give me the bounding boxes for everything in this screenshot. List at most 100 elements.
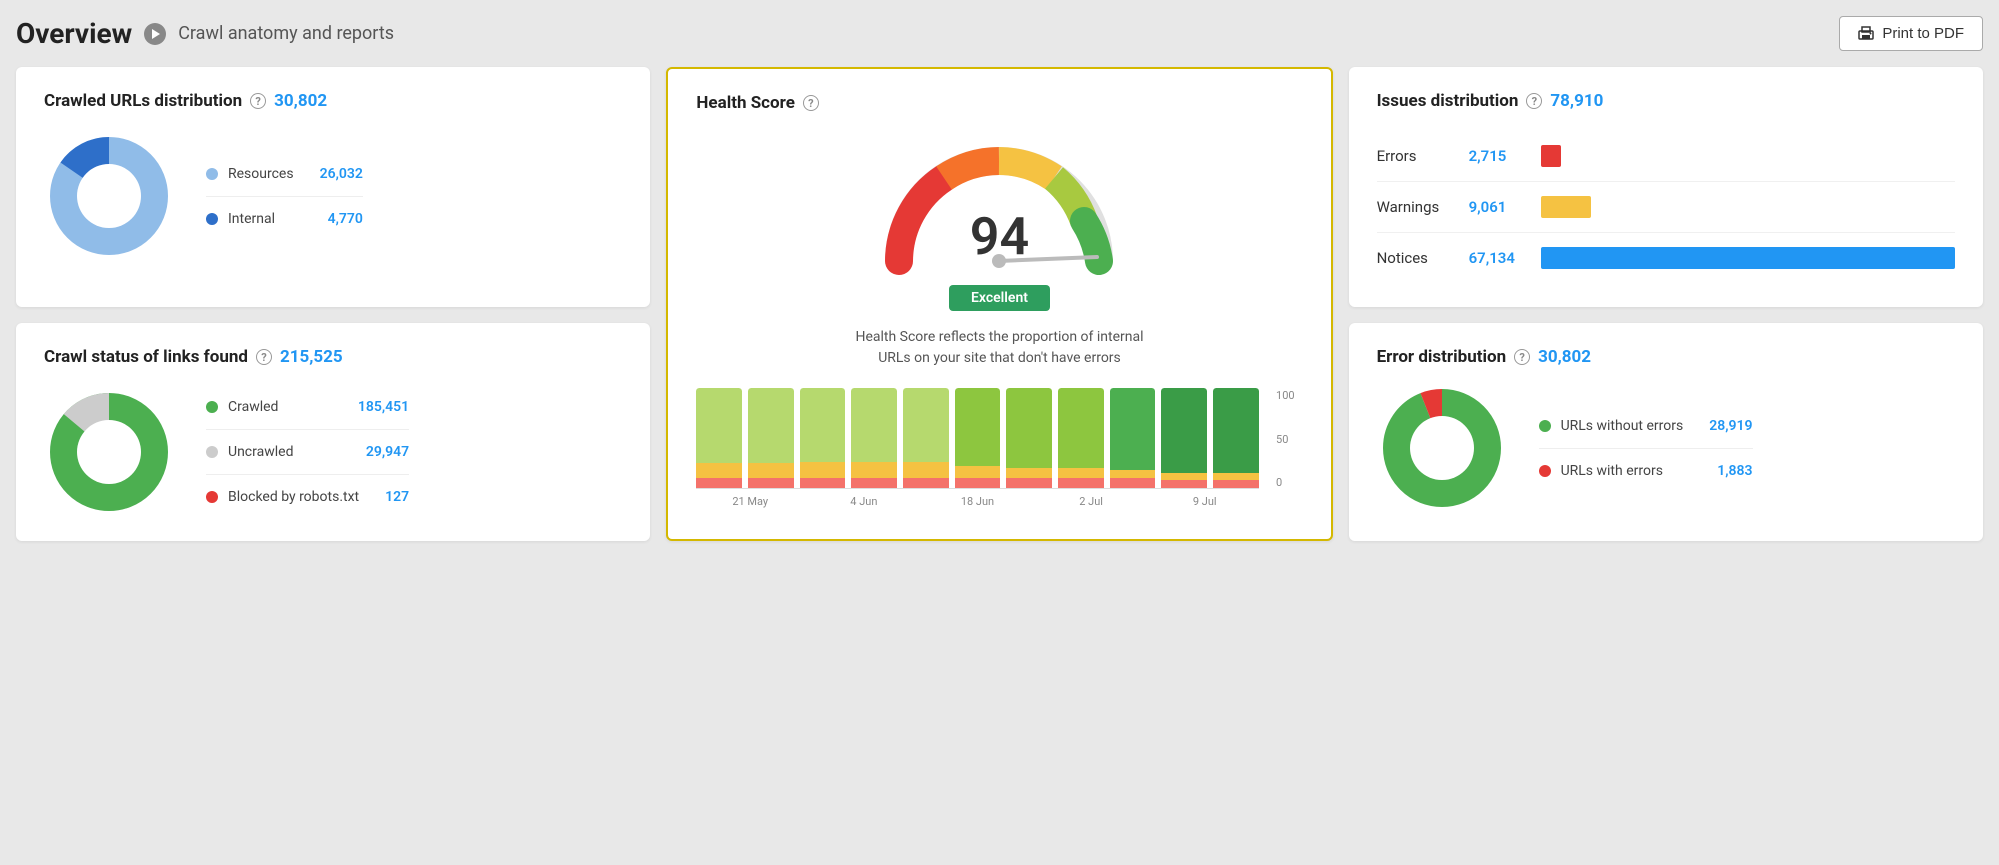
y-tick-100: 100	[1276, 389, 1295, 402]
legend-no-errors: URLs without errors 28,919	[1539, 418, 1753, 434]
error-dist-section: URLs without errors 28,919 URLs with err…	[1377, 383, 1955, 513]
crawled-urls-help-icon[interactable]: ?	[250, 93, 266, 109]
breadcrumb-separator	[144, 23, 166, 45]
breadcrumb: Crawl anatomy and reports	[178, 23, 394, 44]
crawl-status-donut-section: Crawled 185,451 Uncrawled 29,947 Blocked…	[44, 387, 622, 517]
with-errors-dot	[1539, 465, 1551, 477]
issues-count: 78,910	[1550, 91, 1603, 111]
crawled-value: 185,451	[358, 399, 409, 415]
crawled-urls-donut	[44, 131, 174, 261]
error-dist-help-icon[interactable]: ?	[1514, 349, 1530, 365]
bar-label-jul2: 2 Jul	[1037, 495, 1145, 508]
bar-col-7	[1006, 388, 1052, 488]
no-errors-label: URLs without errors	[1561, 418, 1684, 434]
health-score-description: Health Score reflects the proportion of …	[839, 327, 1159, 369]
errors-value: 2,715	[1469, 147, 1529, 165]
health-score-title: Health Score ?	[696, 93, 1302, 113]
legend-divider-1	[206, 196, 363, 197]
error-dist-count: 30,802	[1538, 347, 1591, 367]
health-score-card: Health Score ?	[666, 67, 1332, 541]
crawled-urls-card: Crawled URLs distribution ? 30,802 Resou…	[16, 67, 650, 307]
dashboard-grid: Crawled URLs distribution ? 30,802 Resou…	[16, 67, 1983, 541]
bar-col-1	[696, 388, 742, 488]
print-icon	[1858, 26, 1874, 42]
error-dist-legend: URLs without errors 28,919 URLs with err…	[1539, 418, 1753, 479]
bar-labels: 21 May 4 Jun 18 Jun 2 Jul 9 Jul	[696, 495, 1258, 508]
gauge: 94	[869, 121, 1129, 281]
bar-col-10	[1161, 388, 1207, 488]
blocked-label: Blocked by robots.txt	[228, 489, 359, 505]
with-errors-value: 1,883	[1717, 463, 1752, 479]
bar-col-3	[800, 388, 846, 488]
bar-label-jun18: 18 Jun	[924, 495, 1032, 508]
header-left: Overview Crawl anatomy and reports	[16, 17, 394, 50]
issue-row-errors: Errors 2,715	[1377, 131, 1955, 182]
internal-dot	[206, 213, 218, 225]
resources-dot	[206, 168, 218, 180]
issue-row-notices: Notices 67,134	[1377, 233, 1955, 283]
uncrawled-dot	[206, 446, 218, 458]
errors-bar	[1541, 145, 1561, 167]
legend-divider-3	[206, 474, 409, 475]
play-icon	[144, 23, 166, 45]
uncrawled-label: Uncrawled	[228, 444, 340, 460]
bar-label-jul9: 9 Jul	[1151, 495, 1259, 508]
error-dist-card: Error distribution ? 30,802 URLs without…	[1349, 323, 1983, 541]
crawled-label: Crawled	[228, 399, 332, 415]
notices-label: Notices	[1377, 249, 1457, 267]
crawled-urls-title: Crawled URLs distribution ? 30,802	[44, 91, 622, 111]
legend-item-resources: Resources 26,032	[206, 166, 363, 182]
issue-row-warnings: Warnings 9,061	[1377, 182, 1955, 233]
error-dist-donut	[1377, 383, 1507, 513]
bar-label-jun4: 4 Jun	[810, 495, 918, 508]
y-axis: 100 50 0	[1276, 389, 1295, 489]
legend-crawled: Crawled 185,451	[206, 399, 409, 415]
excellent-badge: Excellent	[949, 285, 1050, 311]
health-score-center: 94 Excellent Health Score reflects the p…	[696, 113, 1302, 369]
print-label: Print to PDF	[1882, 25, 1964, 42]
legend-item-internal: Internal 4,770	[206, 211, 363, 227]
bar-col-11	[1213, 388, 1259, 488]
crawl-status-donut	[44, 387, 174, 517]
issues-help-icon[interactable]: ?	[1526, 93, 1542, 109]
warnings-value: 9,061	[1469, 198, 1529, 216]
internal-value: 4,770	[328, 211, 363, 227]
crawl-status-legend: Crawled 185,451 Uncrawled 29,947 Blocked…	[206, 399, 409, 505]
print-button[interactable]: Print to PDF	[1839, 16, 1983, 51]
legend-with-errors: URLs with errors 1,883	[1539, 463, 1753, 479]
errors-bar-wrap	[1541, 145, 1955, 167]
notices-bar	[1541, 247, 1955, 269]
blocked-dot	[206, 491, 218, 503]
internal-label: Internal	[228, 211, 302, 227]
bar-col-5	[903, 388, 949, 488]
bar-col-2	[748, 388, 794, 488]
issues-rows: Errors 2,715 Warnings 9,061 Notices 67,1…	[1377, 131, 1955, 283]
warnings-bar	[1541, 196, 1591, 218]
crawled-urls-legend: Resources 26,032 Internal 4,770	[206, 166, 363, 227]
bar-chart-container: 100 50 0 21 May 4 Jun 18 Jun 2 Jul 9 Jul	[696, 389, 1302, 508]
crawl-status-help-icon[interactable]: ?	[256, 349, 272, 365]
legend-uncrawled: Uncrawled 29,947	[206, 444, 409, 460]
error-dist-title: Error distribution ? 30,802	[1377, 347, 1955, 367]
bar-col-4	[851, 388, 897, 488]
issues-card: Issues distribution ? 78,910 Errors 2,71…	[1349, 67, 1983, 307]
warnings-bar-wrap	[1541, 196, 1955, 218]
with-errors-label: URLs with errors	[1561, 463, 1692, 479]
bar-chart-inner: 100 50 0	[696, 389, 1258, 489]
bar-label-may21: 21 May	[696, 495, 804, 508]
no-errors-value: 28,919	[1709, 418, 1752, 434]
errors-label: Errors	[1377, 147, 1457, 165]
bar-col-8	[1058, 388, 1104, 488]
notices-value: 67,134	[1469, 249, 1529, 267]
legend-divider-2	[206, 429, 409, 430]
resources-value: 26,032	[320, 166, 363, 182]
crawled-urls-donut-section: Resources 26,032 Internal 4,770	[44, 131, 622, 261]
legend-divider-4	[1539, 448, 1753, 449]
y-tick-50: 50	[1276, 433, 1295, 446]
legend-blocked: Blocked by robots.txt 127	[206, 489, 409, 505]
resources-label: Resources	[228, 166, 294, 182]
crawled-dot	[206, 401, 218, 413]
health-score-number: 94	[970, 211, 1029, 263]
page-header: Overview Crawl anatomy and reports Print…	[16, 16, 1983, 51]
health-score-help-icon[interactable]: ?	[803, 95, 819, 111]
